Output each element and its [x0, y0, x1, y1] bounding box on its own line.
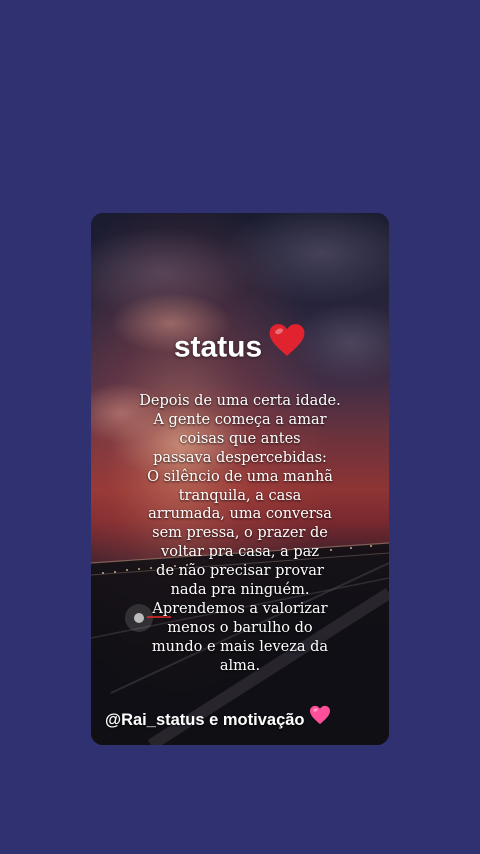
pink-heart-icon	[309, 705, 331, 732]
message-line: arrumada, uma conversa	[148, 506, 332, 523]
message-line: Aprendemos a valorizar	[152, 600, 328, 617]
message-line: de não precisar provar	[156, 563, 324, 580]
message-line: O silêncio de uma manhã	[147, 468, 333, 485]
author-handle[interactable]: @Rai_status e motivação	[105, 705, 331, 734]
author-handle-text: @Rai_status e motivação	[105, 710, 305, 729]
message-line: sem pressa, o prazer de	[152, 525, 328, 542]
message-line: alma.	[219, 657, 261, 674]
post-title-text: status	[173, 330, 263, 364]
message-line: nada pra ninguém.	[170, 582, 310, 599]
message-line: coisas que antes	[179, 430, 301, 447]
message-line: menos o barulho do	[167, 619, 313, 636]
message-line: voltar pra casa, a paz	[161, 544, 319, 561]
message-line: passava despercebidas:	[153, 449, 327, 466]
status-message: Depois de uma certa idade. A gente começ…	[91, 392, 389, 676]
message-line: mundo e mais leveza da	[151, 638, 329, 655]
message-line: A gente começa a amar	[153, 411, 327, 428]
message-line: tranquila, a casa	[178, 487, 302, 504]
red-heart-icon	[268, 322, 306, 369]
post-title: status	[91, 322, 389, 372]
status-card[interactable]: status Depois de uma certa idade. A gent…	[91, 213, 389, 745]
status-content: status Depois de uma certa idade. A gent…	[91, 213, 389, 745]
message-line: Depois de uma certa idade.	[139, 393, 341, 409]
